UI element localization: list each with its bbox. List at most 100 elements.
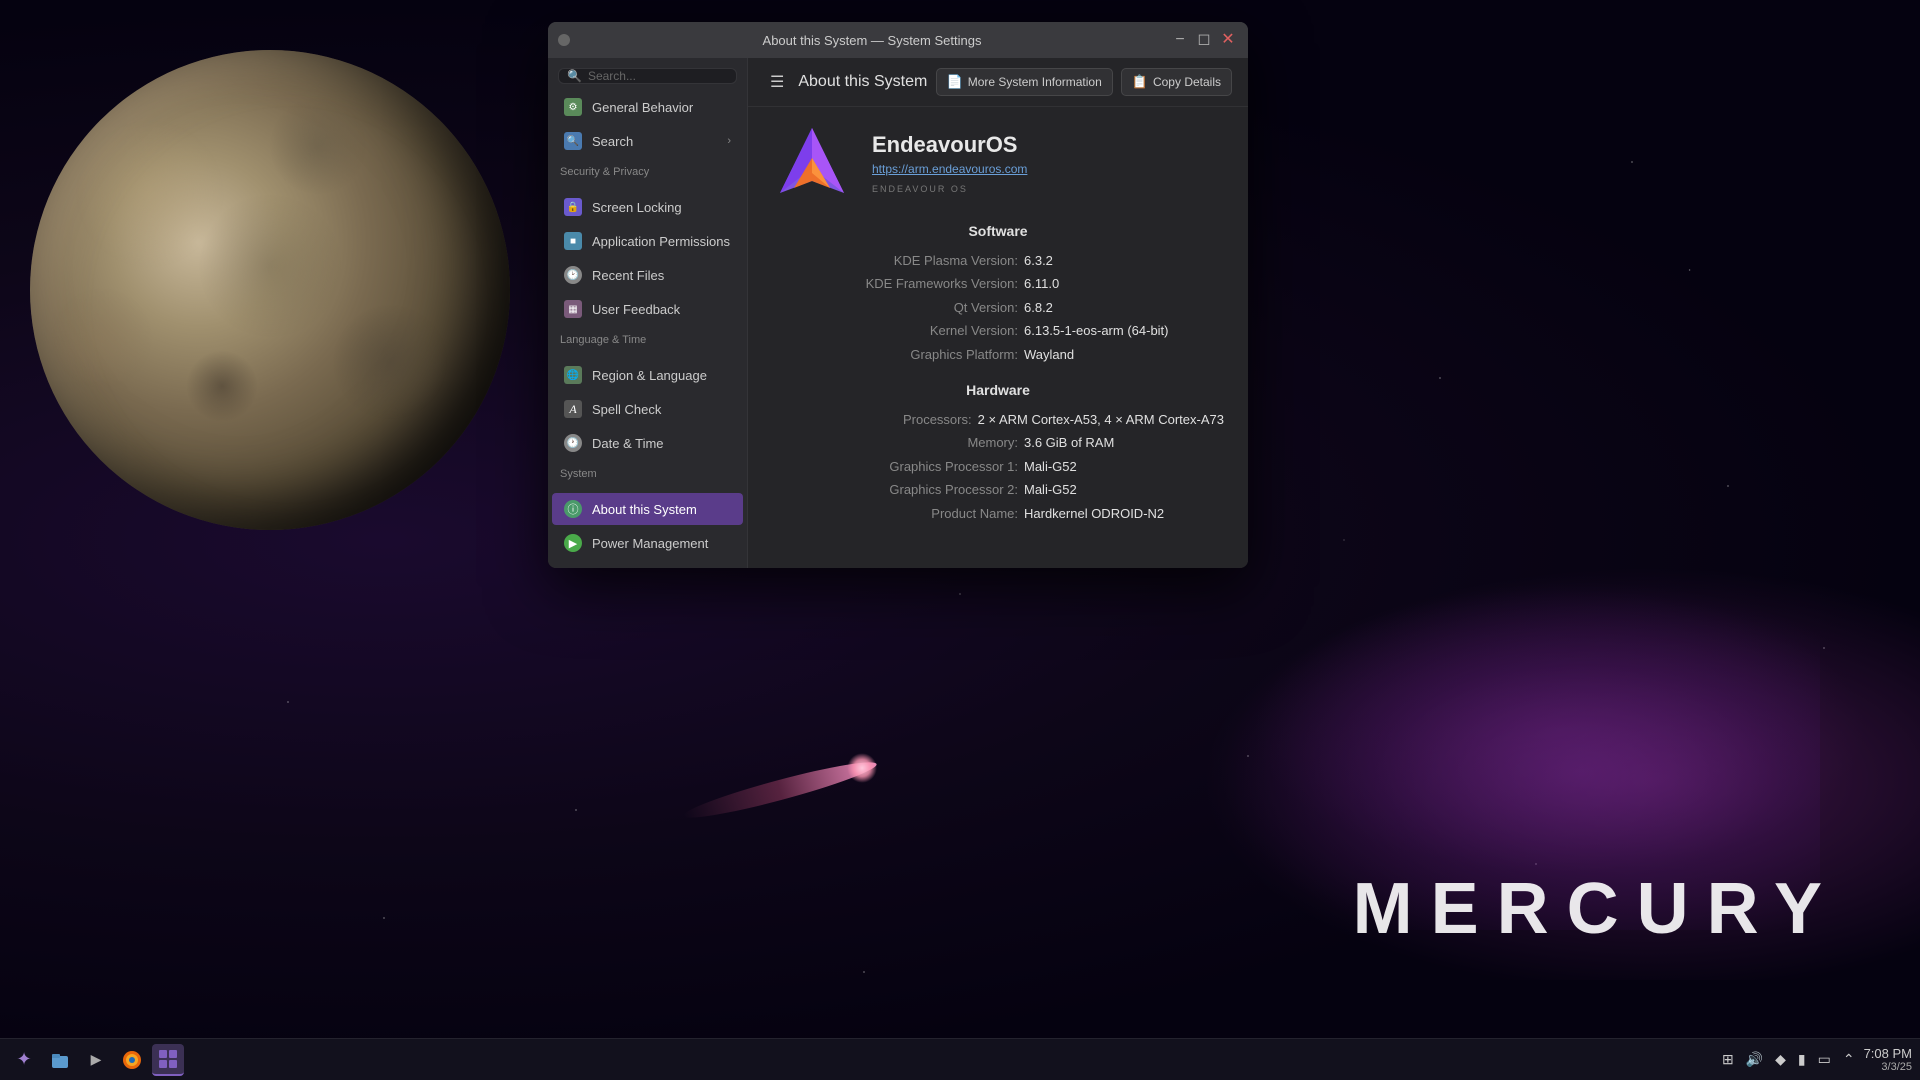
sidebar-item-label-app-permissions: Application Permissions (592, 234, 730, 249)
sidebar-item-label-spell-check: Spell Check (592, 402, 661, 417)
taskbar-date-display: 3/3/25 (1864, 1061, 1912, 1073)
sidebar-item-label-region: Region & Language (592, 368, 707, 383)
taskbar-firefox[interactable] (116, 1044, 148, 1076)
product-row: Product Name: Hardkernel ODROID-N2 (772, 502, 1224, 525)
sidebar-item-label-recent-files: Recent Files (592, 268, 664, 283)
taskbar-network-icon[interactable]: ◆ (1772, 1051, 1789, 1068)
sidebar-item-about-system[interactable]: ⓘ About this System (552, 493, 743, 525)
qt-label: Qt Version: (844, 296, 1024, 319)
titlebar-minimize-btn[interactable] (558, 34, 570, 46)
panel-content: EndeavourOS https://arm.endeavouros.com … (748, 107, 1248, 568)
hardware-section: Hardware Processors: 2 × ARM Cortex-A53,… (772, 382, 1224, 525)
sidebar-item-label-power: Power Management (592, 536, 708, 551)
taskbar-grid-icon[interactable]: ⊞ (1719, 1051, 1737, 1068)
gpu1-value: Mali-G52 (1024, 455, 1224, 478)
power-icon: ▶ (564, 534, 582, 552)
comet-decoration (681, 754, 879, 825)
recent-files-icon: 🕑 (564, 266, 582, 284)
kde-plasma-value: 6.3.2 (1024, 249, 1224, 272)
search-item-icon: 🔍 (564, 132, 582, 150)
general-behavior-icon: ⚙ (564, 98, 582, 116)
taskbar-system-settings[interactable] (152, 1044, 184, 1076)
section-label-system: System (548, 460, 747, 484)
kde-plasma-row: KDE Plasma Version: 6.3.2 (772, 249, 1224, 272)
copy-icon: 📋 (1132, 74, 1148, 90)
taskbar-file-manager[interactable] (44, 1044, 76, 1076)
taskbar-monitor-icon[interactable]: ▭ (1815, 1051, 1834, 1068)
product-label: Product Name: (844, 502, 1024, 525)
user-feedback-icon: ▦ (564, 300, 582, 318)
kernel-row: Kernel Version: 6.13.5-1-eos-arm (64-bit… (772, 319, 1224, 342)
processors-value: 2 × ARM Cortex-A53, 4 × ARM Cortex-A73 (978, 408, 1224, 431)
taskbar-pager[interactable]: ▶ (80, 1044, 112, 1076)
more-system-info-button[interactable]: 📄 More System Information (936, 68, 1113, 96)
sidebar-item-power-management[interactable]: ▶ Power Management (552, 527, 743, 559)
memory-row: Memory: 3.6 GiB of RAM (772, 431, 1224, 454)
sidebar-item-spell-check[interactable]: A Spell Check (552, 393, 743, 425)
sidebar-item-region-language[interactable]: 🌐 Region & Language (552, 359, 743, 391)
gpu2-value: Mali-G52 (1024, 478, 1224, 501)
sidebar-item-label-about: About this System (592, 502, 697, 517)
sidebar-item-date-time[interactable]: 🕐 Date & Time (552, 427, 743, 459)
graphics-platform-value: Wayland (1024, 343, 1224, 366)
hamburger-menu[interactable]: ☰ (764, 68, 790, 96)
titlebar-close-icon[interactable]: ✕ (1218, 32, 1238, 48)
panel-title: About this System (798, 73, 927, 91)
sidebar-item-recent-files[interactable]: 🕑 Recent Files (552, 259, 743, 291)
system-settings-window: About this System — System Settings − ◻ … (548, 22, 1248, 568)
panel-header: ☰ About this System 📄 More System Inform… (748, 58, 1248, 107)
kde-frameworks-value: 6.11.0 (1024, 272, 1224, 295)
copy-details-button[interactable]: 📋 Copy Details (1121, 68, 1232, 96)
region-language-icon: 🌐 (564, 366, 582, 384)
sidebar-item-label-user-feedback: User Feedback (592, 302, 680, 317)
spell-check-icon: A (564, 400, 582, 418)
sidebar-item-users[interactable]: 👤 Users (552, 561, 743, 568)
software-section-title: Software (772, 223, 1224, 239)
kernel-value: 6.13.5-1-eos-arm (64-bit) (1024, 319, 1224, 342)
titlebar-minimize-icon[interactable]: − (1170, 32, 1190, 48)
os-logo-svg (772, 123, 852, 203)
os-logo-container (772, 123, 852, 203)
gpu1-label: Graphics Processor 1: (844, 455, 1024, 478)
sidebar-item-screen-locking[interactable]: 🔒 Screen Locking (552, 191, 743, 223)
os-name-area: EndeavourOS https://arm.endeavouros.com … (872, 132, 1027, 194)
titlebar-title: About this System — System Settings (582, 33, 1162, 48)
sidebar: 🔍 ⚙ General Behavior 🔍 Search › (548, 58, 748, 568)
taskbar: ✦ ▶ ⊞ 🔊 ◆ (0, 1038, 1920, 1080)
search-container[interactable]: 🔍 (558, 68, 737, 84)
kde-frameworks-row: KDE Frameworks Version: 6.11.0 (772, 272, 1224, 295)
software-section: Software KDE Plasma Version: 6.3.2 KDE F… (772, 223, 1224, 366)
sidebar-item-label-general: General Behavior (592, 100, 693, 115)
titlebar-maximize-icon[interactable]: ◻ (1194, 32, 1214, 48)
processors-label: Processors: (798, 408, 978, 431)
os-url-link[interactable]: https://arm.endeavouros.com (872, 162, 1027, 176)
sidebar-item-user-feedback[interactable]: ▦ User Feedback (552, 293, 743, 325)
section-label-security: Security & Privacy (548, 158, 747, 182)
os-name: EndeavourOS (872, 132, 1027, 158)
taskbar-expand-icon[interactable]: ⌃ (1840, 1051, 1858, 1068)
search-icon: 🔍 (567, 69, 582, 83)
sidebar-item-search[interactable]: 🔍 Search › (552, 125, 743, 157)
kde-plasma-label: KDE Plasma Version: (844, 249, 1024, 272)
window-content: 🔍 ⚙ General Behavior 🔍 Search › (548, 58, 1248, 568)
taskbar-clock[interactable]: 7:08 PM 3/3/25 (1864, 1046, 1912, 1073)
taskbar-volume-icon[interactable]: 🔊 (1743, 1051, 1766, 1068)
taskbar-battery-icon[interactable]: ▮ (1795, 1051, 1809, 1068)
main-panel: ☰ About this System 📄 More System Inform… (748, 58, 1248, 568)
sidebar-item-label-date-time: Date & Time (592, 436, 664, 451)
qt-value: 6.8.2 (1024, 296, 1224, 319)
sidebar-item-app-permissions[interactable]: ■ Application Permissions (552, 225, 743, 257)
moon-decoration (30, 50, 510, 530)
gpu1-row: Graphics Processor 1: Mali-G52 (772, 455, 1224, 478)
product-value: Hardkernel ODROID-N2 (1024, 502, 1224, 525)
sidebar-item-general-behavior[interactable]: ⚙ General Behavior (552, 91, 743, 123)
about-system-icon: ⓘ (564, 500, 582, 518)
memory-label: Memory: (844, 431, 1024, 454)
kernel-label: Kernel Version: (844, 319, 1024, 342)
processors-row: Processors: 2 × ARM Cortex-A53, 4 × ARM … (772, 408, 1224, 431)
memory-value: 3.6 GiB of RAM (1024, 431, 1224, 454)
taskbar-app-launcher[interactable]: ✦ (8, 1044, 40, 1076)
titlebar: About this System — System Settings − ◻ … (548, 22, 1248, 58)
search-input[interactable] (588, 69, 728, 83)
graphics-platform-row: Graphics Platform: Wayland (772, 343, 1224, 366)
